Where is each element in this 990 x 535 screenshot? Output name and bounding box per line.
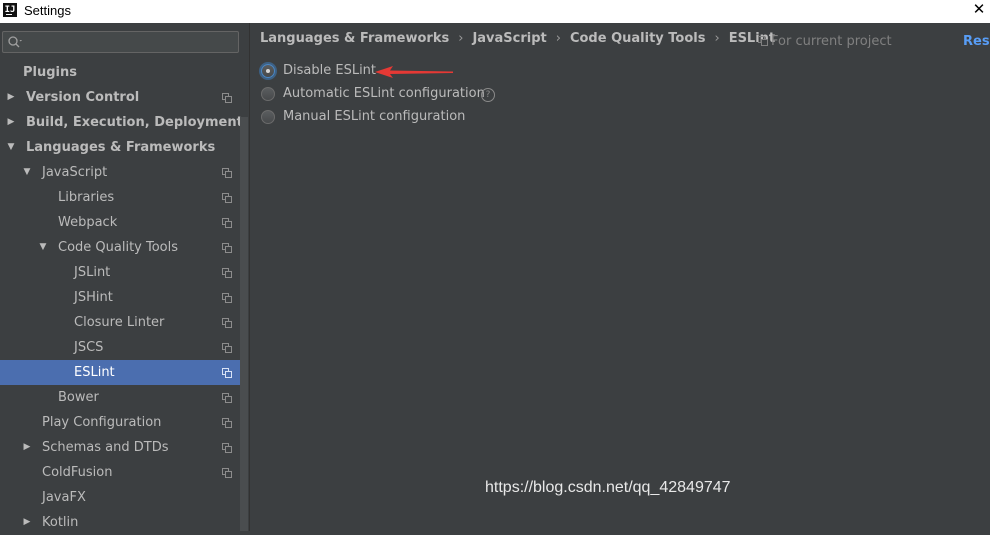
expand-arrow-down-icon[interactable]: ▼ — [6, 135, 16, 160]
sidebar-item-label: Schemas and DTDs — [42, 440, 169, 455]
project-scope-text: For current project — [771, 34, 892, 49]
radio-button-checked[interactable] — [261, 64, 275, 78]
search-icon — [8, 36, 22, 48]
watermark: https://blog.csdn.net/qq_42849747 — [485, 479, 731, 496]
reset-link[interactable]: Rese — [963, 34, 990, 49]
expand-arrow-right-icon[interactable]: ▶ — [22, 435, 32, 460]
sidebar-item-code-quality-tools[interactable]: ▼ Code Quality Tools — [0, 235, 240, 260]
sidebar-item-label: Build, Execution, Deployment — [26, 115, 243, 130]
project-level-copy-icon — [222, 393, 232, 403]
sidebar-item-eslint[interactable]: ESLint — [0, 360, 248, 385]
sidebar-item-label: JSHint — [74, 290, 113, 305]
intellij-app-icon: IJ — [3, 3, 17, 17]
project-level-copy-icon — [222, 93, 232, 103]
breadcrumb-separator: › — [555, 31, 561, 46]
sidebar-item-closure-linter[interactable]: Closure Linter — [0, 310, 240, 335]
project-level-copy-icon — [222, 193, 232, 203]
sidebar-item-languages-frameworks[interactable]: ▼ Languages & Frameworks — [0, 135, 240, 160]
search-box[interactable] — [2, 31, 239, 53]
breadcrumb-item-code-quality-tools: Code Quality Tools — [569, 31, 706, 46]
search-input[interactable] — [27, 33, 239, 53]
sidebar-item-label: Webpack — [58, 215, 118, 230]
sidebar-item-label: Version Control — [26, 90, 140, 105]
project-scope-label: For current project — [758, 34, 892, 49]
sidebar-item-build-execution-deployment[interactable]: ▶ Build, Execution, Deployment — [0, 110, 243, 135]
help-icon[interactable]: ? — [481, 88, 495, 102]
radio-button[interactable] — [261, 110, 275, 124]
expand-arrow-down-icon[interactable]: ▼ — [38, 235, 48, 260]
expand-arrow-right-icon[interactable]: ▶ — [6, 85, 16, 110]
sidebar-item-label: Plugins — [23, 65, 77, 80]
sidebar-item-label: Kotlin — [42, 515, 79, 530]
copy-icon — [758, 36, 768, 46]
breadcrumb: Languages & Frameworks › JavaScript › Code Q… — [260, 31, 775, 49]
sidebar-item-label: Bower — [58, 390, 99, 405]
breadcrumb-separator: › — [714, 31, 720, 46]
expand-arrow-right-icon[interactable]: ▶ — [22, 510, 32, 535]
project-level-copy-icon — [222, 343, 232, 353]
project-level-copy-icon — [222, 243, 232, 253]
sidebar-item-label: Code Quality Tools — [58, 240, 179, 255]
sidebar-item-javafx[interactable]: JavaFX — [0, 485, 240, 510]
sidebar-item-label: Libraries — [58, 190, 115, 205]
manual-eslint-configuration-label: Manual ESLint configuration — [283, 109, 466, 124]
disable-eslint-label: Disable ESLint — [283, 63, 377, 78]
breadcrumb-item-javascript: JavaScript — [472, 31, 547, 46]
automatic-eslint-configuration-label: Automatic ESLint configuration — [283, 86, 485, 101]
sidebar-item-label: JavaFX — [42, 490, 86, 505]
expand-arrow-down-icon[interactable]: ▼ — [22, 160, 32, 185]
sidebar-item-jscs[interactable]: JSCS — [0, 335, 240, 360]
project-level-copy-icon — [222, 418, 232, 428]
sidebar-item-javascript[interactable]: ▼ JavaScript — [0, 160, 240, 185]
expand-arrow-right-icon[interactable]: ▶ — [6, 110, 16, 135]
sidebar-item-jslint[interactable]: JSLint — [0, 260, 240, 285]
window-title: Settings — [24, 3, 71, 18]
sidebar-item-coldfusion[interactable]: ColdFusion — [0, 460, 240, 485]
radio-button[interactable] — [261, 87, 275, 101]
breadcrumb-separator: › — [458, 31, 464, 46]
project-level-copy-icon — [222, 168, 232, 178]
sidebar-item-kotlin[interactable]: ▶ Kotlin — [0, 510, 240, 535]
sidebar-item-schemas-and-dtds[interactable]: ▶ Schemas and DTDs — [0, 435, 240, 460]
sidebar-item-label: Closure Linter — [74, 315, 165, 330]
sidebar-item-label: Play Configuration — [42, 415, 162, 430]
project-level-copy-icon — [222, 293, 232, 303]
sidebar-item-label: JavaScript — [42, 165, 108, 180]
close-button[interactable]: ✕ — [970, 0, 988, 20]
sidebar-item-bower[interactable]: Bower — [0, 385, 240, 410]
sidebar-item-webpack[interactable]: Webpack — [0, 210, 240, 235]
project-level-copy-icon — [222, 368, 232, 378]
project-level-copy-icon — [222, 468, 232, 478]
breadcrumb-item-languages-frameworks: Languages & Frameworks — [260, 31, 450, 46]
tree-scrollbar[interactable] — [240, 117, 248, 531]
sidebar-item-label: ESLint — [74, 365, 115, 380]
project-level-copy-icon — [222, 443, 232, 453]
sidebar-item-label: Languages & Frameworks — [26, 140, 216, 155]
sidebar-item-label: ColdFusion — [42, 465, 113, 480]
sidebar-item-label: JSLint — [74, 265, 111, 280]
settings-sidebar: Plugins ▶ Version Control ▶ Build, Execution… — [0, 23, 250, 531]
project-level-copy-icon — [222, 218, 232, 228]
sidebar-item-play-configuration[interactable]: Play Configuration — [0, 410, 240, 435]
sidebar-item-plugins[interactable]: Plugins — [0, 60, 240, 85]
project-level-copy-icon — [222, 268, 232, 278]
title-bar: IJ Settings ✕ — [0, 0, 990, 23]
sidebar-item-libraries[interactable]: Libraries — [0, 185, 240, 210]
red-annotation-arrow-icon — [375, 66, 453, 78]
settings-content-panel: Languages & Frameworks › JavaScript › Code Q… — [250, 23, 990, 531]
sidebar-item-label: JSCS — [74, 340, 104, 355]
project-level-copy-icon — [222, 318, 232, 328]
sidebar-item-version-control[interactable]: ▶ Version Control — [0, 85, 240, 110]
sidebar-item-jshint[interactable]: JSHint — [0, 285, 240, 310]
